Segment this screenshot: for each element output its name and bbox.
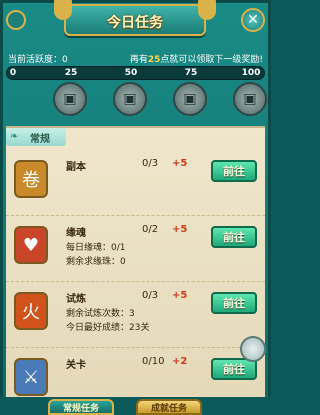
tick-label: 50 xyxy=(124,68,138,78)
activity-hint: 再有25点就可以领取下一级奖励! xyxy=(130,52,263,65)
tick-label: 25 xyxy=(64,68,78,78)
tick-label: 75 xyxy=(184,68,198,78)
task-row: 卷 副本 0/3 +5 前往 xyxy=(6,150,265,216)
task-row: ♥ 缘魂 0/2 +5 每日缘魂：0/1 剩余求缘珠：0 前往 xyxy=(6,216,265,282)
task-reward: +5 xyxy=(172,158,188,169)
go-button[interactable]: 前往 xyxy=(211,226,257,248)
go-button[interactable]: 前往 xyxy=(211,292,257,314)
tab-label: 常规 xyxy=(30,134,50,145)
scroll-handle[interactable] xyxy=(240,336,266,362)
activity-row: 当前活跃度：0 再有25点就可以领取下一级奖励! xyxy=(8,52,263,66)
chest-icon[interactable]: ▣ xyxy=(53,82,87,116)
title-banner: 今日任务 xyxy=(54,0,216,36)
scroll-icon: 卷 xyxy=(14,160,48,198)
close-icon: ✕ xyxy=(247,12,259,28)
leaf-icon: ❧ xyxy=(10,131,19,142)
tab-achievement-tasks[interactable]: 成就任务 xyxy=(136,399,202,415)
task-reward: +2 xyxy=(172,356,188,367)
heart-icon: ♥ xyxy=(14,226,48,264)
tick-label: 0 xyxy=(9,68,17,78)
tab-regular-tasks[interactable]: 常规任务 xyxy=(48,399,114,415)
hint-points: 25 xyxy=(147,55,161,65)
page-title: 今日任务 xyxy=(107,15,163,31)
task-name: 副本 xyxy=(66,162,86,173)
go-button[interactable]: 前往 xyxy=(211,160,257,182)
flame-icon: 火 xyxy=(14,292,48,330)
chest-icon[interactable]: ▣ xyxy=(173,82,207,116)
task-count: 0/3 xyxy=(142,158,159,169)
close-button[interactable]: ✕ xyxy=(241,8,265,32)
task-reward: +5 xyxy=(172,290,188,301)
task-name: 关卡 xyxy=(66,360,86,371)
chest-icon[interactable]: ▣ xyxy=(113,82,147,116)
tick-label: 100 xyxy=(241,68,261,78)
hint-prefix: 再有 xyxy=(129,55,148,65)
chest-icon[interactable]: ▣ xyxy=(233,82,267,116)
task-name: 缘魂 xyxy=(66,228,86,239)
task-count: 0/3 xyxy=(142,290,159,301)
task-count: 0/2 xyxy=(142,224,159,235)
task-detail: 剩余试炼次数：3 xyxy=(66,309,135,319)
task-name: 试炼 xyxy=(66,294,86,305)
ornament-icon xyxy=(6,10,26,30)
task-row: 火 试炼 0/3 +5 剩余试炼次数：3 今日最好成绩：23关 前往 xyxy=(6,282,265,348)
hint-suffix: 点就可以领取下一级奖励! xyxy=(160,55,263,65)
task-detail: 剩余求缘珠：0 xyxy=(66,257,126,267)
task-detail: 今日最好成绩：23关 xyxy=(66,323,150,333)
sword-icon: ⚔ xyxy=(14,358,48,396)
task-detail: 每日缘魂：0/1 xyxy=(66,243,126,253)
reward-chests: ▣ ▣ ▣ ▣ xyxy=(30,82,267,122)
activity-progress-bar: 0 25 50 75 100 xyxy=(6,66,265,80)
task-count: 0/10 xyxy=(142,356,165,367)
activity-label: 当前活跃度：0 xyxy=(8,55,68,65)
task-reward: +5 xyxy=(172,224,188,235)
